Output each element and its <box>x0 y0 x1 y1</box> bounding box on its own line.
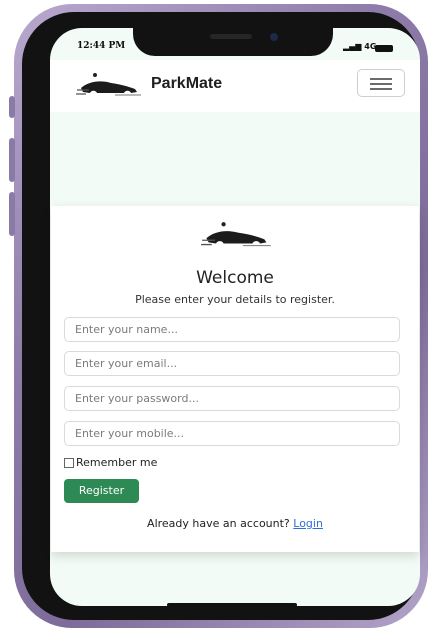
remember-me-label: Remember me <box>76 456 158 469</box>
page-title: Welcome <box>196 268 274 288</box>
signal-bars-icon: ▂▄▆ <box>343 42 362 51</box>
name-input[interactable] <box>64 317 400 342</box>
remember-me[interactable]: Remember me <box>64 456 157 469</box>
page-subtitle: Please enter your details to register. <box>135 293 335 306</box>
brand-name[interactable]: ParkMate <box>151 75 222 93</box>
hamburger-menu-icon[interactable] <box>357 69 405 97</box>
status-time: 12:44 PM <box>77 41 126 51</box>
car-logo-icon <box>201 222 271 247</box>
battery-icon <box>375 45 393 52</box>
home-indicator[interactable] <box>167 603 297 607</box>
mobile-input[interactable] <box>64 421 400 446</box>
email-input[interactable] <box>64 351 400 376</box>
login-link[interactable]: Login <box>293 517 323 530</box>
car-logo-icon[interactable] <box>75 71 145 101</box>
register-button[interactable]: Register <box>64 479 139 503</box>
signal-indicator: ▂▄▆ 4G <box>343 42 376 51</box>
front-camera <box>270 33 278 41</box>
remember-me-checkbox[interactable] <box>64 457 74 468</box>
volume-up-button <box>9 138 15 182</box>
volume-down-button <box>9 192 15 236</box>
password-input[interactable] <box>64 386 400 411</box>
notch <box>133 24 333 56</box>
speaker-grille <box>210 34 252 39</box>
login-prompt-text: Already have an account? <box>147 517 290 530</box>
silent-switch <box>9 96 15 118</box>
login-prompt: Already have an account? Login <box>51 517 419 530</box>
